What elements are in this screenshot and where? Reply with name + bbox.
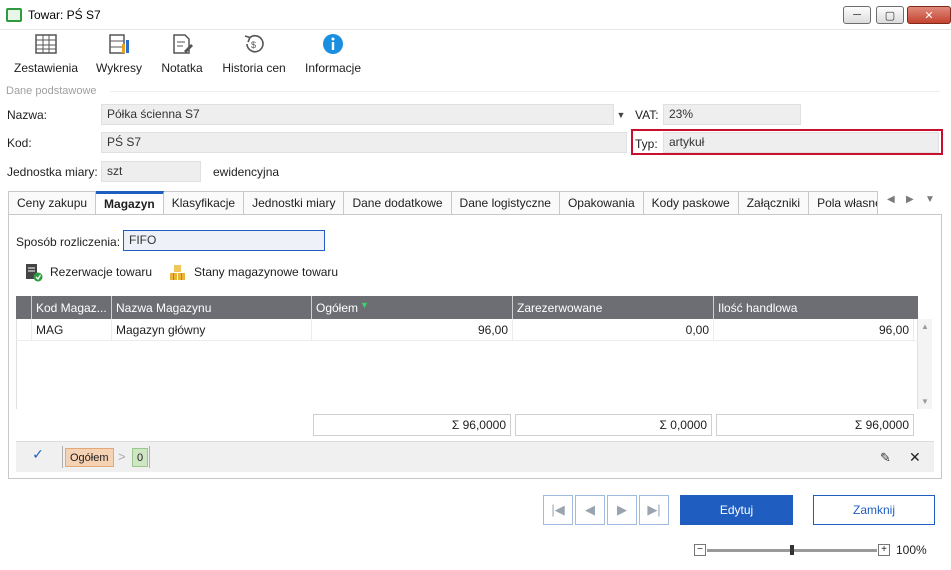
tab-scroll-right-icon[interactable]: ▶ — [906, 194, 914, 205]
minimize-button[interactable]: ─ — [843, 6, 871, 24]
note-icon — [173, 34, 193, 54]
column-ogolem[interactable]: Ogółem ▼ — [312, 296, 513, 319]
first-record-button[interactable]: |◀ — [543, 495, 573, 525]
filter-chip-value[interactable]: 0 — [132, 448, 149, 467]
scroll-down-icon[interactable]: ▼ — [921, 397, 929, 406]
tab-strip: Ceny zakupu Magazyn Klasyfikacje Jednost… — [8, 191, 878, 215]
nazwa-label: Nazwa: — [7, 108, 48, 122]
filter-bar — [16, 441, 934, 472]
grid-header-indicator — [16, 296, 32, 319]
tab-dane-logistyczne[interactable]: Dane logistyczne — [451, 191, 560, 215]
close-button[interactable]: Zamknij — [813, 495, 935, 525]
zoom-in-button[interactable]: + — [878, 544, 890, 556]
svg-text:$: $ — [251, 40, 256, 50]
close-window-button[interactable]: ✕ — [907, 6, 951, 24]
ribbon-label: Wykresy — [96, 61, 142, 75]
tab-klasyfikacje[interactable]: Klasyfikacje — [163, 191, 245, 215]
filter-arrow-icon: > — [118, 449, 126, 464]
sposob-rozliczenia-input[interactable]: FIFO — [123, 230, 325, 251]
stany-magazynowe-label: Stany magazynowe towaru — [194, 265, 339, 279]
boxes-stock-icon — [170, 265, 185, 280]
grid-vertical-scrollbar[interactable]: ▲ ▼ — [918, 319, 932, 409]
column-ogolem-label: Ogółem — [316, 300, 359, 315]
column-ilosc-handlowa[interactable]: Ilość handlowa — [714, 296, 918, 319]
window-title: Towar: PŚ S7 — [28, 8, 101, 22]
cell-kod-magazynu: MAG — [32, 319, 112, 341]
scroll-up-icon[interactable]: ▲ — [921, 322, 929, 331]
column-zarezerwowane[interactable]: Zarezerwowane — [513, 296, 714, 319]
table-row[interactable]: MAG Magazyn główny 96,00 0,00 96,00 — [16, 319, 918, 341]
jednostka-miary-type: ewidencyjna — [213, 165, 280, 179]
cell-ogolem: 96,00 — [312, 319, 513, 341]
ribbon-label: Notatka — [161, 61, 203, 75]
sum-zarezerwowane: Σ 0,0000 — [515, 414, 712, 436]
vat-label: VAT: — [635, 108, 659, 122]
row-indicator — [16, 319, 32, 341]
sort-indicator-icon: ▼ — [360, 299, 369, 310]
filter-chip-ogolem[interactable]: Ogółem — [65, 448, 114, 467]
typ-input[interactable]: artykuł — [663, 132, 939, 153]
kod-input[interactable]: PŚ S7 — [101, 132, 627, 153]
grid-header: Kod Magaz... Nazwa Magazynu Ogółem ▼ Zar… — [16, 296, 918, 319]
vat-input[interactable]: 23% — [663, 104, 801, 125]
ribbon-label: Zestawienia — [13, 61, 79, 75]
history-icon: $ — [244, 34, 264, 53]
sum-ilosc-handlowa: Σ 96,0000 — [716, 414, 914, 436]
zoom-level: 100% — [896, 543, 927, 557]
clear-filter-close-icon[interactable]: ✕ — [909, 449, 921, 466]
rezerwacje-towaru-label: Rezerwacje towaru — [50, 265, 153, 279]
ribbon-wykresy-button[interactable]: Wykresy — [92, 32, 146, 78]
last-record-button[interactable]: ▶| — [639, 495, 669, 525]
info-icon — [323, 34, 343, 54]
ribbon-zestawienia-button[interactable]: Zestawienia — [10, 32, 82, 78]
tab-zalaczniki[interactable]: Załączniki — [738, 191, 810, 215]
stany-magazynowe-button[interactable]: Stany magazynowe towaru — [168, 262, 338, 282]
filter-enabled-checkbox[interactable]: ✓ — [31, 446, 45, 462]
tab-pola-wlasne[interactable]: Pola własne — [809, 191, 878, 215]
next-record-button[interactable]: ▶ — [607, 495, 637, 525]
section-divider — [110, 91, 940, 92]
zoom-out-button[interactable]: − — [694, 544, 706, 556]
edit-filter-pencil-icon[interactable]: ✎ — [880, 450, 891, 466]
rezerwacje-towaru-button[interactable]: Rezerwacje towaru — [24, 262, 152, 282]
zoom-slider-thumb[interactable] — [790, 545, 794, 555]
tab-opakowania[interactable]: Opakowania — [559, 191, 644, 215]
edit-button[interactable]: Edytuj — [680, 495, 793, 525]
ribbon-label: Informacje — [304, 61, 362, 75]
ribbon-historia-cen-button[interactable]: $ Historia cen — [218, 32, 290, 78]
tab-ceny-zakupu[interactable]: Ceny zakupu — [8, 191, 97, 215]
section-label: Dane podstawowe — [6, 85, 97, 97]
column-nazwa-magazynu[interactable]: Nazwa Magazynu — [112, 296, 312, 319]
sum-ogolem: Σ 96,0000 — [313, 414, 511, 436]
tab-jednostki-miary[interactable]: Jednostki miary — [244, 191, 345, 215]
typ-label: Typ: — [635, 137, 658, 151]
ribbon-notatka-button[interactable]: Notatka — [156, 32, 208, 78]
jednostka-miary-label: Jednostka miary: — [7, 165, 98, 179]
tab-dane-dodatkowe[interactable]: Dane dodatkowe — [344, 191, 452, 215]
table-icon — [35, 34, 57, 54]
kod-label: Kod: — [7, 136, 32, 150]
cell-zarezerwowane: 0,00 — [513, 319, 714, 341]
maximize-button[interactable]: ▢ — [876, 6, 904, 24]
title-bar — [0, 0, 951, 30]
ribbon-informacje-button[interactable]: Informacje — [300, 32, 366, 78]
sposob-rozliczenia-label: Sposób rozliczenia: — [16, 235, 121, 249]
app-basket-icon — [6, 8, 22, 22]
cell-ilosc-handlowa: 96,00 — [714, 319, 914, 341]
column-kod-magazynu[interactable]: Kod Magaz... — [32, 296, 112, 319]
nazwa-input[interactable]: Półka ścienna S7 — [101, 104, 614, 125]
chart-icon — [109, 34, 129, 54]
tab-scroll-left-icon[interactable]: ◀ — [887, 194, 895, 205]
tab-kody-paskowe[interactable]: Kody paskowe — [643, 191, 739, 215]
jednostka-miary-input[interactable]: szt — [101, 161, 201, 182]
previous-record-button[interactable]: ◀ — [575, 495, 605, 525]
ribbon-label: Historia cen — [222, 61, 286, 75]
tab-list-dropdown-icon[interactable]: ▼ — [925, 194, 935, 205]
cell-nazwa-magazynu: Magazyn główny — [112, 319, 312, 341]
nazwa-dropdown-icon[interactable]: ▼ — [614, 104, 628, 125]
reservation-icon — [26, 264, 43, 282]
tab-magazyn[interactable]: Magazyn — [96, 191, 164, 215]
